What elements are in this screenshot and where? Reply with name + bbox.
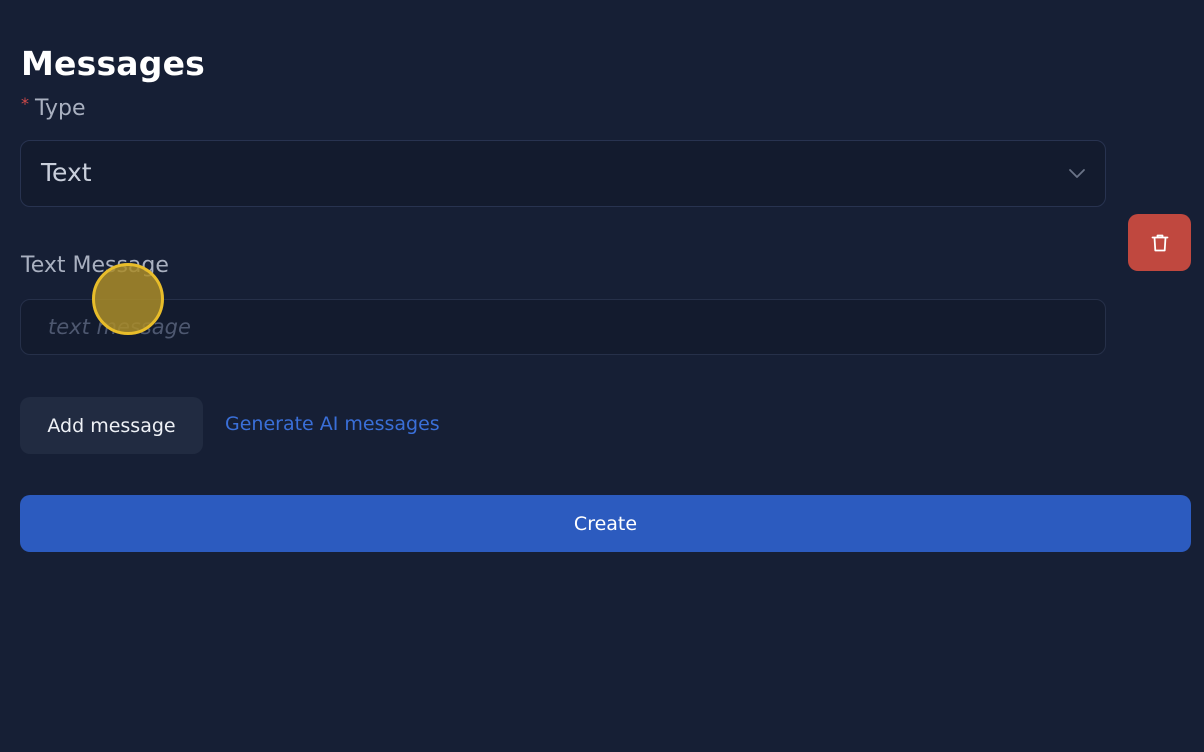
page-title: Messages	[21, 44, 206, 83]
text-message-input[interactable]	[20, 299, 1106, 355]
delete-message-button[interactable]	[1128, 214, 1191, 271]
type-select[interactable]: Text	[20, 140, 1106, 207]
type-label-text: Type	[35, 96, 86, 121]
chevron-down-icon	[1069, 169, 1085, 178]
trash-icon	[1151, 234, 1168, 251]
messages-form: Messages * Type Text Text Message Add mes…	[0, 0, 1204, 752]
type-label: * Type	[21, 94, 86, 121]
text-message-label: Text Message	[21, 253, 169, 278]
create-button[interactable]: Create	[20, 495, 1191, 552]
add-message-button[interactable]: Add message	[20, 397, 203, 454]
generate-ai-messages-link[interactable]: Generate AI messages	[225, 413, 440, 435]
required-marker: *	[21, 94, 29, 113]
type-select-value: Text	[41, 158, 92, 187]
